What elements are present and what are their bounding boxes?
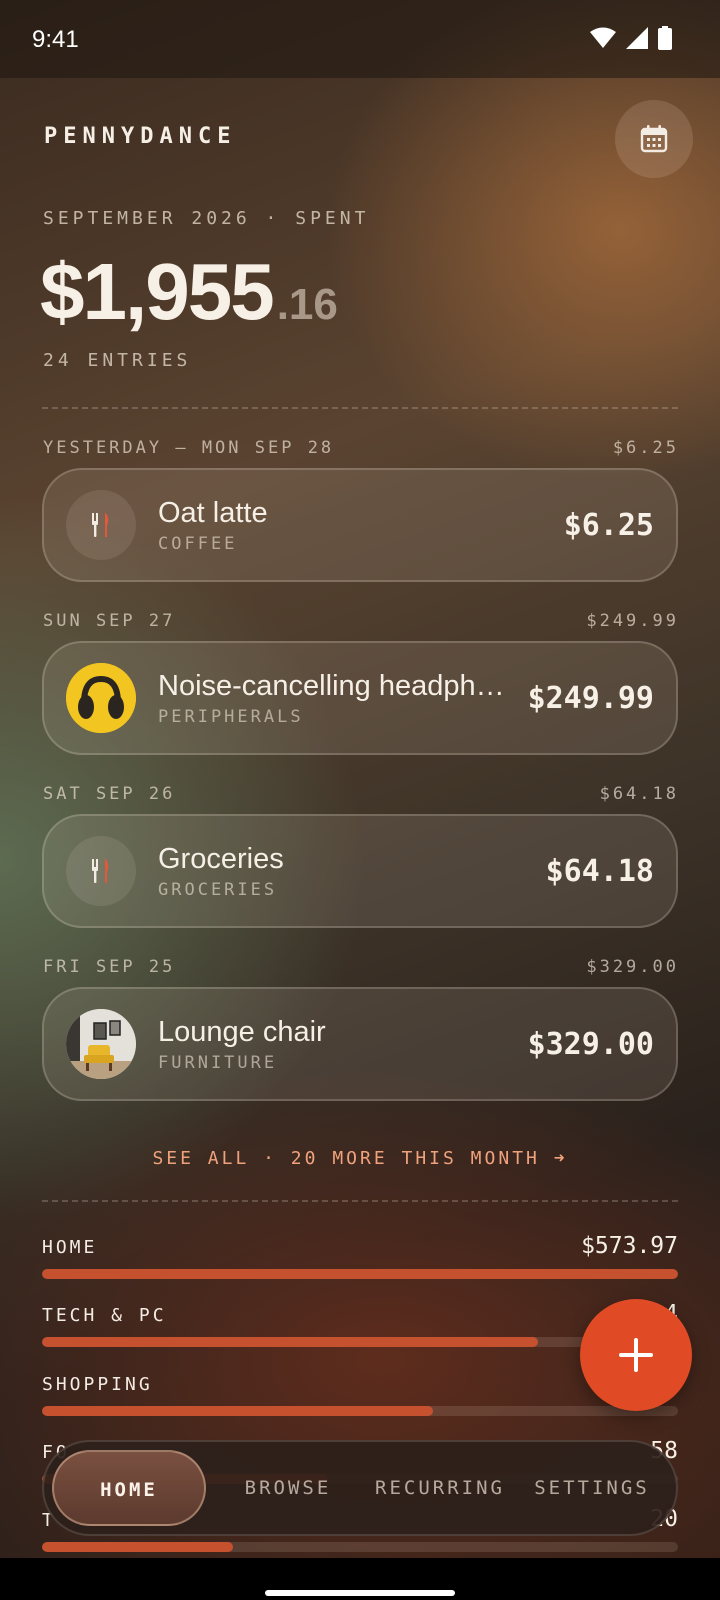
- entry-title: Noise-cancelling headphones: [158, 669, 512, 702]
- category-bar-fill: [42, 1406, 434, 1416]
- day-header: SAT SEP 26 $64.18: [43, 784, 679, 804]
- status-time: 9:41: [32, 26, 79, 53]
- bottom-nav: HOME BROWSE RECURRING SETTINGS: [42, 1440, 678, 1536]
- category-bar-fill: [42, 1542, 233, 1552]
- entry-title: Lounge chair: [158, 1015, 326, 1048]
- status-bar: 9:41: [0, 0, 720, 78]
- home-indicator[interactable]: [265, 1590, 455, 1596]
- category-name: SHOPPING: [42, 1374, 153, 1395]
- entry-title: Groceries: [158, 842, 284, 875]
- signal-icon: [626, 27, 648, 49]
- category-bar: [42, 1269, 678, 1279]
- calendar-icon: [640, 125, 668, 153]
- entry-category: GROCERIES: [158, 879, 278, 900]
- entry-card-groceries[interactable]: Groceries GROCERIES $64.18: [42, 814, 678, 928]
- battery-icon: [658, 26, 672, 50]
- entry-amount: $6.25: [563, 507, 654, 543]
- entry-amount: $64.18: [545, 853, 654, 889]
- entry-category: PERIPHERALS: [158, 706, 304, 727]
- add-entry-button[interactable]: [580, 1299, 692, 1411]
- day-header: FRI SEP 25 $329.00: [43, 957, 679, 977]
- divider: [42, 407, 678, 409]
- entry-category: COFFEE: [158, 533, 238, 554]
- entry-card-headphones[interactable]: Noise-cancelling headphones PERIPHERALS …: [42, 641, 678, 755]
- entry-card-oat-latte[interactable]: Oat latte COFFEE $6.25: [42, 468, 678, 582]
- plus-icon: [619, 1338, 653, 1372]
- category-amount: $573.97: [581, 1233, 678, 1259]
- day-total: $64.18: [599, 784, 679, 804]
- day-label: SAT SEP 26: [43, 784, 176, 804]
- entry-amount: $249.99: [527, 680, 654, 716]
- wifi-icon: [590, 27, 616, 48]
- day-total: $6.25: [612, 438, 679, 458]
- utensils-icon: [66, 836, 136, 906]
- app-brand: PENNYDANCE: [44, 124, 237, 149]
- category-bar-fill: [42, 1337, 539, 1347]
- category-bar: [42, 1406, 678, 1416]
- entry-card-lounge-chair[interactable]: Lounge chair FURNITURE $329.00: [42, 987, 678, 1101]
- day-label: FRI SEP 25: [43, 957, 176, 977]
- home-screen: 9:41 PENNYDANCE SEPTEMBER 2026 · SPENT $…: [0, 0, 720, 1600]
- entries-count: 24 ENTRIES: [43, 350, 192, 371]
- day-label: YESTERDAY — MON SEP 28: [43, 438, 335, 458]
- day-total: $249.99: [586, 611, 679, 631]
- category-bar-fill: [42, 1269, 678, 1279]
- category-name: HOME: [42, 1237, 98, 1258]
- category-bar: [42, 1542, 678, 1552]
- see-all-link[interactable]: SEE ALL · 20 MORE THIS MONTH ➜: [0, 1148, 720, 1169]
- day-header: SUN SEP 27 $249.99: [43, 611, 679, 631]
- entry-category: FURNITURE: [158, 1052, 278, 1073]
- entry-title: Oat latte: [158, 496, 268, 529]
- tab-recurring[interactable]: RECURRING: [364, 1450, 516, 1526]
- entry-amount: $329.00: [527, 1026, 654, 1062]
- tab-home[interactable]: HOME: [52, 1450, 206, 1526]
- day-label: SUN SEP 27: [43, 611, 176, 631]
- total-main: $1,955: [40, 247, 275, 336]
- divider: [42, 1200, 678, 1202]
- tab-browse[interactable]: BROWSE: [212, 1450, 364, 1526]
- calendar-button[interactable]: [615, 100, 693, 178]
- utensils-icon: [66, 490, 136, 560]
- day-total: $329.00: [586, 957, 679, 977]
- period-label: SEPTEMBER 2026 · SPENT: [43, 208, 370, 229]
- category-row[interactable]: HOME $573.97: [42, 1233, 678, 1279]
- chair-photo: [66, 1009, 136, 1079]
- month-total: $1,955 .16: [40, 246, 338, 338]
- category-row[interactable]: SHOPPING $: [42, 1370, 678, 1416]
- day-header: YESTERDAY — MON SEP 28 $6.25: [43, 438, 679, 458]
- status-icons: [590, 26, 672, 50]
- category-name: TECH & PC: [42, 1305, 167, 1326]
- tab-settings[interactable]: SETTINGS: [516, 1450, 668, 1526]
- total-cents: .16: [276, 280, 338, 329]
- headphones-photo: [66, 663, 136, 733]
